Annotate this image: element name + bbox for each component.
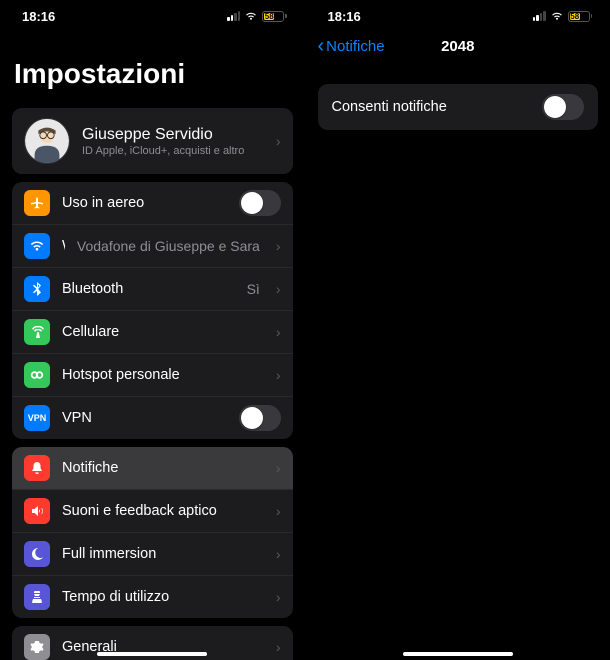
allow-notifications-toggle[interactable] (542, 94, 584, 120)
cellular-row[interactable]: Cellulare › (12, 311, 293, 354)
vpn-icon: VPN (24, 405, 50, 431)
vpn-toggle[interactable] (239, 405, 281, 431)
allow-notifications-label: Consenti notifiche (332, 99, 543, 115)
nav-title: 2048 (441, 38, 474, 55)
allow-notifications-card: Consenti notifiche (318, 84, 599, 130)
chevron-right-icon: › (276, 324, 281, 340)
bluetooth-label: Bluetooth (62, 281, 235, 297)
chevron-right-icon: › (276, 238, 281, 254)
wifi-row[interactable]: Wi-Fi Vodafone di Giuseppe e Sara › (12, 225, 293, 268)
notifications-label: Notifiche (62, 460, 260, 476)
vpn-row[interactable]: VPN VPN (12, 397, 293, 439)
notifications-row[interactable]: Notifiche › (12, 447, 293, 490)
cellular-signal-icon (227, 11, 240, 21)
screentime-icon (24, 584, 50, 610)
chevron-right-icon: › (276, 281, 281, 297)
profile-card[interactable]: Giuseppe Servidio ID Apple, iCloud+, acq… (12, 108, 293, 174)
hotspot-row[interactable]: Hotspot personale › (12, 354, 293, 397)
bluetooth-icon (24, 276, 50, 302)
sounds-row[interactable]: Suoni e feedback aptico › (12, 490, 293, 533)
airplane-mode-row[interactable]: Uso in aereo (12, 182, 293, 225)
chevron-right-icon: › (276, 367, 281, 383)
airplane-label: Uso in aereo (62, 195, 227, 211)
airplane-icon (24, 190, 50, 216)
chevron-right-icon: › (276, 546, 281, 562)
vpn-label: VPN (62, 410, 227, 426)
status-time: 18:16 (22, 9, 55, 24)
notifications-group: Notifiche › Suoni e feedback aptico › Fu… (12, 447, 293, 618)
page-title: Impostazioni (0, 28, 305, 100)
gear-icon (24, 634, 50, 660)
profile-subtitle: ID Apple, iCloud+, acquisti e altro (82, 145, 260, 157)
bluetooth-value: Sì (247, 281, 260, 297)
home-indicator[interactable] (97, 652, 207, 656)
hotspot-label: Hotspot personale (62, 367, 260, 383)
wifi-settings-icon (24, 233, 50, 259)
wifi-icon (244, 11, 258, 21)
status-indicators: 58 (227, 11, 287, 22)
allow-notifications-row[interactable]: Consenti notifiche (318, 84, 599, 130)
cellular-label: Cellulare (62, 324, 260, 340)
chevron-right-icon: › (276, 639, 281, 655)
cellular-icon (24, 319, 50, 345)
notifications-icon (24, 455, 50, 481)
focus-label: Full immersion (62, 546, 260, 562)
back-button[interactable]: ‹ Notifiche (318, 36, 385, 56)
sounds-label: Suoni e feedback aptico (62, 503, 260, 519)
profile-name: Giuseppe Servidio (82, 126, 260, 144)
bluetooth-row[interactable]: Bluetooth Sì › (12, 268, 293, 311)
chevron-right-icon: › (276, 133, 281, 149)
airplane-toggle[interactable] (239, 190, 281, 216)
hotspot-icon (24, 362, 50, 388)
chevron-right-icon: › (276, 503, 281, 519)
screentime-row[interactable]: Tempo di utilizzo › (12, 576, 293, 618)
wifi-value: Vodafone di Giuseppe e Sara (77, 238, 260, 254)
cellular-signal-icon (533, 11, 546, 21)
focus-row[interactable]: Full immersion › (12, 533, 293, 576)
status-bar: 18:16 58 (0, 0, 305, 28)
status-time: 18:16 (328, 9, 361, 24)
wifi-icon (550, 11, 564, 21)
chevron-right-icon: › (276, 460, 281, 476)
settings-screen: 18:16 58 Impostazioni Giuseppe Servidio … (0, 0, 306, 660)
connectivity-group: Uso in aereo Wi-Fi Vodafone di Giuseppe … (12, 182, 293, 439)
home-indicator[interactable] (403, 652, 513, 656)
back-label: Notifiche (326, 38, 384, 55)
status-indicators: 58 (533, 11, 593, 22)
battery-icon: 58 (568, 11, 593, 22)
screentime-label: Tempo di utilizzo (62, 589, 260, 605)
chevron-left-icon: ‹ (318, 36, 325, 56)
avatar (24, 118, 70, 164)
focus-icon (24, 541, 50, 567)
nav-bar: ‹ Notifiche 2048 (306, 28, 610, 64)
battery-icon: 58 (262, 11, 287, 22)
chevron-right-icon: › (276, 589, 281, 605)
status-bar: 18:16 58 (306, 0, 610, 28)
app-notifications-screen: 18:16 58 ‹ Notifiche 2048 Consenti notif… (306, 0, 610, 660)
sounds-icon (24, 498, 50, 524)
wifi-label: Wi-Fi (62, 238, 65, 254)
